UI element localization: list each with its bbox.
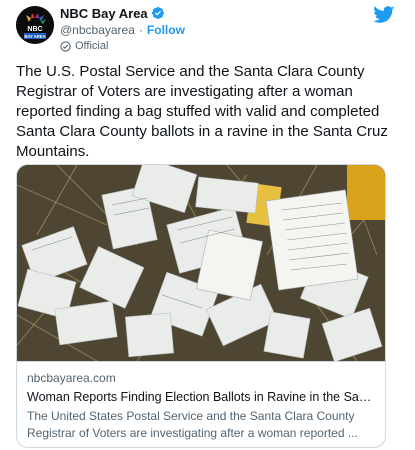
official-label: Official [75, 40, 109, 52]
tweet-text: The U.S. Postal Service and the Santa Cl… [16, 63, 388, 160]
link-card-description: The United States Postal Service and the… [27, 409, 358, 440]
link-card-domain: nbcbayarea.com [27, 371, 116, 385]
nbc-logo-icon: NBC BAY AREA [16, 6, 54, 44]
account-names: NBC Bay Area @nbcbayarea · Follow Offici… [60, 4, 185, 54]
handle[interactable]: @nbcbayarea [60, 22, 135, 39]
official-label-row: Official [60, 39, 185, 54]
display-name[interactable]: NBC Bay Area [60, 6, 148, 21]
follow-button[interactable]: Follow [147, 22, 185, 39]
link-card-body: nbcbayarea.com Woman Reports Finding Ele… [17, 361, 385, 442]
tweet-header: NBC BAY AREA NBC Bay Area @nbcbayarea · … [16, 4, 403, 54]
svg-text:BAY AREA: BAY AREA [24, 34, 45, 39]
twitter-bird-icon[interactable] [373, 6, 395, 24]
verified-badge-icon [151, 7, 164, 19]
handle-row: @nbcbayarea · Follow [60, 22, 185, 39]
link-card-title[interactable]: Woman Reports Finding Election Ballots i… [27, 389, 375, 406]
link-card[interactable]: nbcbayarea.com Woman Reports Finding Ele… [16, 164, 386, 448]
separator-dot: · [138, 23, 143, 37]
official-badge-icon [60, 41, 71, 52]
svg-text:NBC: NBC [27, 26, 42, 33]
tweet-embed: NBC BAY AREA NBC Bay Area @nbcbayarea · … [0, 0, 415, 450]
name-row: NBC Bay Area [60, 4, 185, 22]
avatar[interactable]: NBC BAY AREA [16, 6, 54, 44]
ballots-in-ravine-photo [17, 165, 385, 361]
